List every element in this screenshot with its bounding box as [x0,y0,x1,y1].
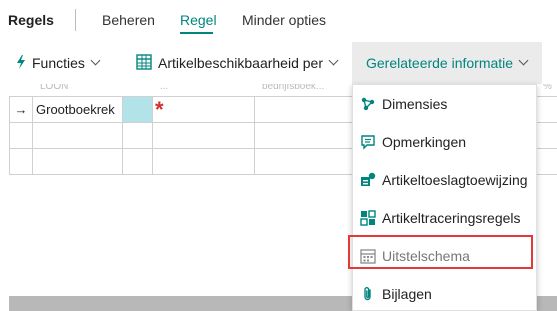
functions-label: Functies [32,55,85,71]
related-information-label: Gerelateerde informatie [366,55,514,71]
column-header-ghost: ... [160,84,169,92]
tab-minder-opties[interactable]: Minder opties [242,12,326,28]
action-tab-bar: Regels Beheren Regel Minder opties [0,0,557,40]
row-marker [9,149,33,174]
menu-item-label: Bijlagen [382,286,432,302]
menu-item-label: Opmerkingen [382,134,467,150]
tab-divider [75,9,76,31]
column-header-ghost: LOON [40,84,69,92]
page-part-title: Regels [8,12,54,28]
dimensions-icon [360,96,376,112]
description-cell[interactable] [255,149,355,174]
related-information-menu: Dimensies Opmerkingen Artikeltoeslagtoew… [348,84,537,311]
row-marker: → [9,97,33,122]
menu-item-label: Dimensies [382,96,448,112]
tab-beheren[interactable]: Beheren [102,12,155,28]
menu-item-bijlagen[interactable]: Bijlagen [353,275,536,311]
action-toolbar: Functies Artikelbeschikbaarheid per Gere… [0,42,557,84]
menu-item-artikeltoeslagtoewijzing[interactable]: Artikeltoeslagtoewijzing [353,161,536,199]
account-no-cell[interactable]: * [153,97,255,122]
menu-item-opmerkingen[interactable]: Opmerkingen [353,123,536,161]
item-charge-assignment-icon [360,172,376,188]
deferral-schedule-icon [360,248,376,264]
menu-item-dimensies[interactable]: Dimensies [353,85,536,123]
chevron-down-icon [90,55,101,66]
tab-regel[interactable]: Regel [180,12,217,28]
account-no-cell[interactable] [153,123,255,148]
required-indicator: * [155,96,164,122]
menu-item-label: Artikeltraceringsregels [382,210,521,226]
related-information-button[interactable]: Gerelateerde informatie [352,42,542,84]
account-no-cell[interactable] [153,149,255,174]
grid-cell[interactable] [123,149,153,174]
description-cell[interactable] [255,97,355,122]
account-type-cell[interactable] [33,149,123,174]
availability-table-icon [136,53,152,73]
item-availability-label: Artikelbeschikbaarheid per [158,55,323,71]
functions-button[interactable]: Functies [16,42,116,84]
chevron-down-icon [328,55,339,66]
comments-icon [360,134,376,150]
account-type-cell[interactable]: Grootboekrek [33,97,123,122]
selected-cell[interactable] [123,97,153,122]
item-availability-button[interactable]: Artikelbeschikbaarheid per [136,42,346,84]
lightning-icon [16,54,26,72]
menu-item-uitstelschema[interactable]: Uitstelschema [353,237,536,275]
description-cell[interactable] [255,123,355,148]
grid-cell[interactable] [123,123,153,148]
menu-item-label: Artikeltoeslagtoewijzing [382,172,528,188]
active-tab-indicator [180,32,213,34]
paperclip-icon [360,286,376,302]
item-tracking-icon [360,210,376,226]
account-type-cell[interactable] [33,123,123,148]
menu-item-label: Uitstelschema [382,248,470,264]
menu-item-artikeltraceringsregels[interactable]: Artikeltraceringsregels [353,199,536,237]
row-marker [9,123,33,148]
chevron-down-icon [518,55,529,66]
column-header-ghost: % [543,84,552,92]
column-header-ghost: bedrijfsboek... [262,84,325,92]
